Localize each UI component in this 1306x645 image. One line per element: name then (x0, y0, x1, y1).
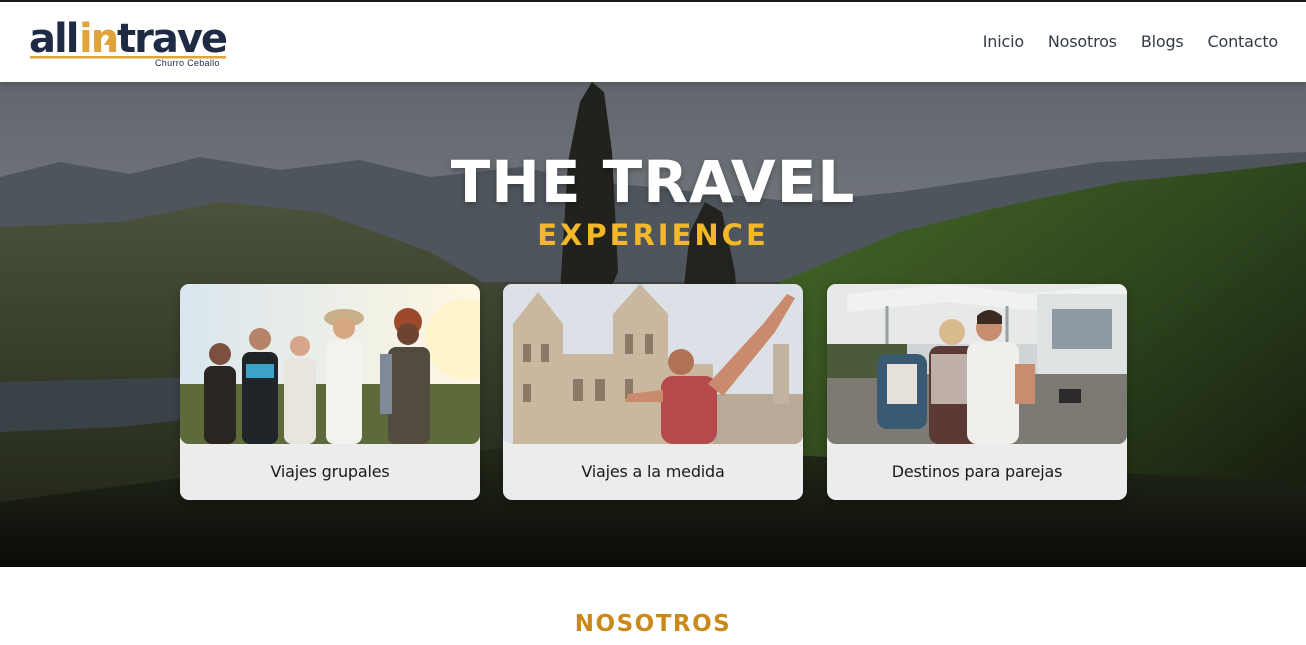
couple-at-station-photo (827, 284, 1127, 444)
card-label: Destinos para parejas (891, 462, 1063, 481)
svg-text:all: all (29, 16, 77, 62)
nav-item-nosotros[interactable]: Nosotros (1048, 32, 1117, 51)
card-viajes-a-la-medida[interactable]: Viajes a la medida (503, 284, 803, 500)
group-of-friends-photo (180, 284, 480, 444)
card-label: Viajes a la medida (581, 462, 725, 481)
card-viajes-grupales[interactable]: Viajes grupales (180, 284, 480, 500)
hero-title: THE TRAVEL (450, 148, 856, 216)
nav-item-inicio[interactable]: Inicio (983, 32, 1024, 51)
card-image (503, 284, 803, 444)
hero-subtitle: EXPERIENCE (537, 218, 769, 252)
nav-item-blogs[interactable]: Blogs (1141, 32, 1184, 51)
card-image (827, 284, 1127, 444)
hero-section: THE TRAVEL EXPERIENCE Viajes grupales Vi… (0, 82, 1306, 567)
traveler-at-cathedral-photo (503, 284, 803, 444)
site-header: all in travels Churro Ceballo Inicio Nos… (0, 0, 1306, 82)
nav-item-contacto[interactable]: Contacto (1208, 32, 1279, 51)
logo-subtitle: Churro Ceballo (155, 58, 220, 68)
svg-text:travels: travels (117, 16, 229, 62)
brand-logo[interactable]: all in travels Churro Ceballo (29, 16, 229, 72)
main-nav: Inicio Nosotros Blogs Contacto (983, 32, 1278, 51)
card-label: Viajes grupales (270, 462, 390, 481)
card-image (180, 284, 480, 444)
card-destinos-para-parejas[interactable]: Destinos para parejas (827, 284, 1127, 500)
section-title-nosotros: NOSOTROS (574, 611, 732, 637)
